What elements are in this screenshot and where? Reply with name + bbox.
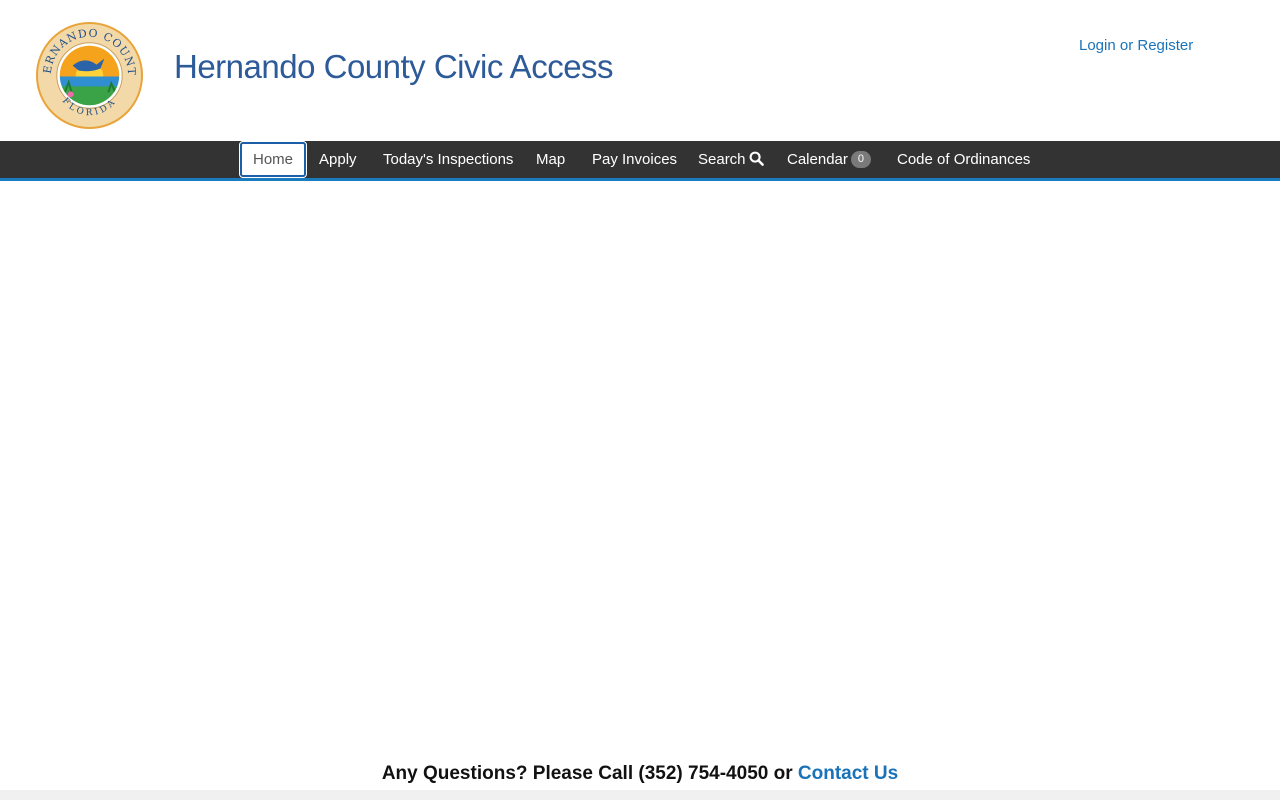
search-icon [749, 151, 764, 166]
page-header: HERNANDO COUNTY FLORIDA Hernando County … [0, 0, 1280, 141]
site-title[interactable]: Hernando County Civic Access [174, 48, 614, 86]
footer-questions-text: Any Questions? Please Call (352) 754-405… [381, 763, 798, 784]
nav-todays-inspections[interactable]: Today's Inspections [383, 141, 513, 178]
nav-calendar-label: Calendar [787, 151, 848, 168]
nav-code-of-ordinances[interactable]: Code of Ordinances [897, 141, 1030, 178]
login-register-link[interactable]: Login or Register [1079, 37, 1193, 54]
main-navbar: Home Apply Today's Inspections Map Pay I… [0, 141, 1280, 181]
nav-search[interactable]: Search [698, 141, 764, 178]
nav-home[interactable]: Home [239, 141, 307, 178]
nav-pay-invoices[interactable]: Pay Invoices [592, 141, 677, 178]
nav-calendar[interactable]: Calendar 0 [787, 141, 871, 178]
nav-search-label: Search [698, 151, 746, 168]
calendar-count-badge: 0 [850, 150, 871, 168]
contact-us-link[interactable]: Contact Us [798, 763, 898, 784]
footer-questions: Any Questions? Please Call (352) 754-405… [0, 763, 1280, 785]
nav-apply[interactable]: Apply [319, 141, 357, 178]
nav-map[interactable]: Map [536, 141, 565, 178]
county-seal-logo: HERNANDO COUNTY FLORIDA [35, 21, 144, 130]
bottom-strip [0, 790, 1280, 800]
